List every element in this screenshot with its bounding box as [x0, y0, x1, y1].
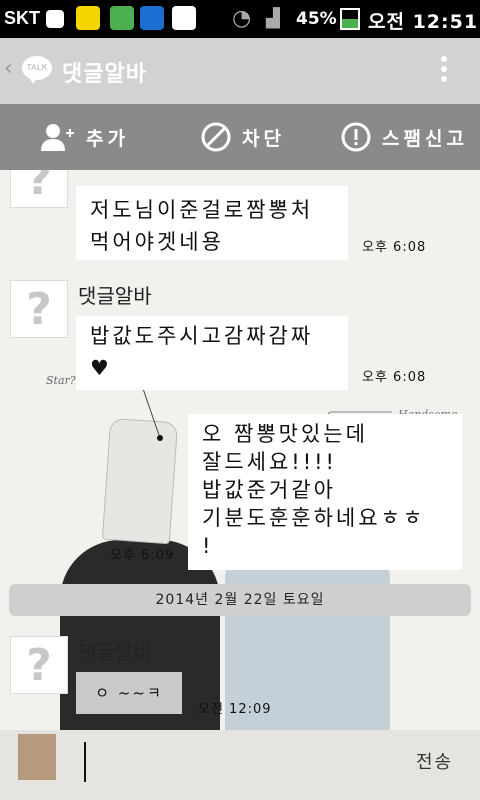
- message-line: 잘드세요!!!!: [202, 450, 337, 474]
- message-bubble[interactable]: 밥값도주시고감짜감짜 ♥: [76, 316, 348, 390]
- message-line: 기분도훈훈하네요ㅎㅎ: [202, 506, 426, 530]
- add-friend-button[interactable]: 추가: [40, 104, 129, 170]
- spam-label: 스팸신고: [382, 127, 468, 150]
- block-icon: [201, 122, 231, 152]
- send-button[interactable]: 전송: [416, 748, 453, 774]
- message-bubble[interactable]: 저도님이준걸로짬뽕처 먹어야겟네용: [76, 186, 348, 260]
- block-button[interactable]: 차단: [200, 104, 285, 170]
- carrier-label: SKT: [4, 8, 40, 28]
- date-divider: 2014년 2월 22일 토요일: [9, 584, 471, 616]
- status-bar: SKT ◔ ▟ 45% 오전 12:51: [0, 0, 480, 38]
- back-icon[interactable]: ‹: [4, 56, 13, 81]
- chat-title: 댓글알바: [62, 62, 147, 87]
- battery-icon: [340, 8, 360, 30]
- sender-name: 댓글알바: [78, 284, 152, 308]
- action-bar: 추가 차단 스팸신고: [0, 104, 480, 170]
- input-bar: 전송: [0, 730, 480, 800]
- message-line: !: [202, 534, 214, 558]
- message-text: ㅇ ~~ㅋ: [95, 684, 163, 702]
- message-line: 밥값도주시고감짜감짜: [90, 324, 314, 348]
- message-bubble[interactable]: ㅇ ~~ㅋ: [76, 672, 182, 714]
- message-bubble[interactable]: 오 짬뽕맛있는데 잘드세요!!!! 밥값준거같아 기분도훈훈하네요ㅎㅎ !: [188, 414, 462, 570]
- app-notification-icon: [110, 6, 134, 30]
- sender-name: 댓글알바: [78, 640, 152, 664]
- media-attach-thumbnail[interactable]: [18, 734, 56, 780]
- message-line: 먹어야겟네용: [90, 230, 224, 254]
- notification-plus-icon: [46, 10, 64, 28]
- message-line: 저도님이준걸로짬뽕처: [90, 198, 314, 222]
- add-label: 추가: [86, 127, 129, 150]
- message-time: 오전 12:09: [198, 702, 272, 717]
- overflow-menu-icon[interactable]: [438, 56, 450, 86]
- store-notification-icon: [140, 6, 164, 30]
- wifi-icon: ◔: [232, 6, 252, 31]
- sender-avatar[interactable]: ?: [10, 170, 68, 208]
- sender-avatar[interactable]: ?: [10, 280, 68, 338]
- message-input-cursor[interactable]: [84, 742, 86, 782]
- logo-text: TALK: [26, 63, 48, 72]
- message-time: 오후 6:08: [362, 370, 427, 385]
- kakaotalk-notification-icon: [76, 6, 100, 30]
- warning-icon: [341, 122, 371, 152]
- logo-tail: [28, 76, 38, 84]
- spam-report-button[interactable]: 스팸신고: [340, 104, 468, 170]
- sender-avatar[interactable]: ?: [10, 636, 68, 694]
- message-time: 오후 6:09: [110, 548, 175, 563]
- block-label: 차단: [242, 127, 285, 150]
- message-time: 오후 6:08: [362, 240, 427, 255]
- message-line: 오 짬뽕맛있는데: [202, 422, 368, 446]
- chat-area[interactable]: Star? Handsome ? 저도님이준걸로짬뽕처 먹어야겟네용 오후 6:…: [0, 170, 480, 730]
- image-notification-icon: [172, 6, 196, 30]
- signal-icon: ▟: [266, 8, 280, 29]
- message-line: 밥값준거같아: [202, 478, 336, 502]
- add-person-icon: [41, 124, 74, 151]
- battery-percent: 45%: [296, 9, 337, 29]
- status-clock: 오전 12:51: [368, 11, 479, 33]
- title-bar: ‹ TALK 댓글알바: [0, 38, 480, 104]
- heart-icon: ♥: [90, 356, 112, 380]
